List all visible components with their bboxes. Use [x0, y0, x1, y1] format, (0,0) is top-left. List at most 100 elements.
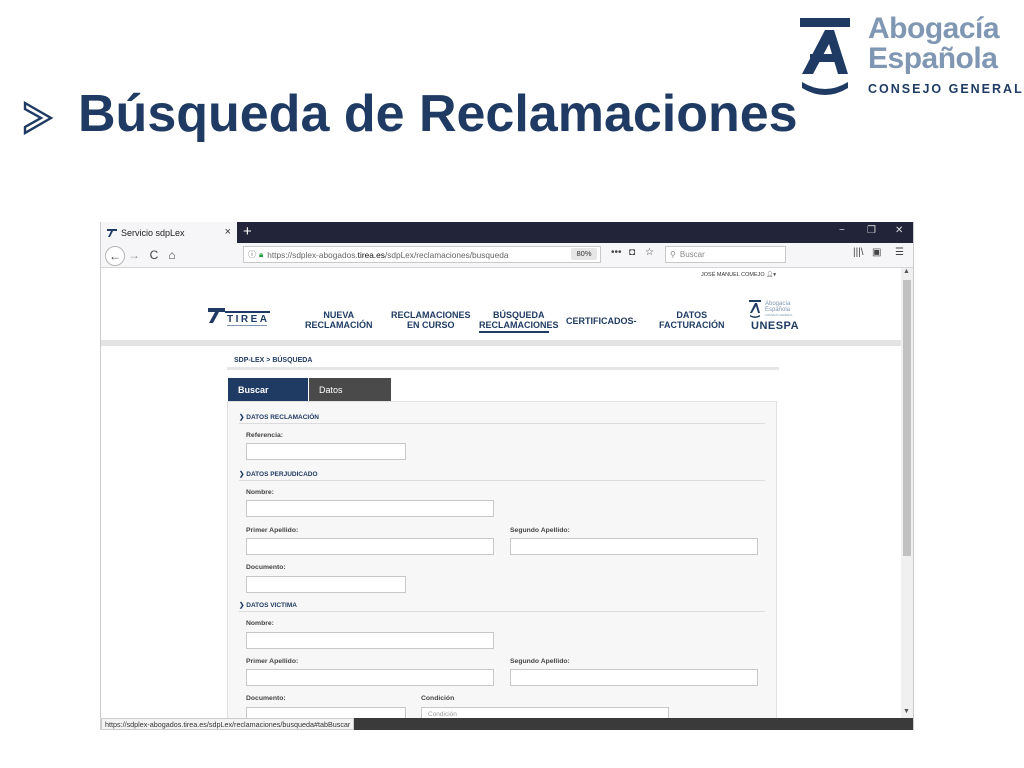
user-name: JOSÉ MANUEL COMEJO: [701, 272, 765, 278]
menu-label-line1: CERTIFICADOS-: [566, 316, 637, 326]
logo-line1: Abogacía: [868, 12, 1000, 45]
condicion-label: Condición: [421, 695, 455, 702]
logo-line2: Española: [868, 42, 998, 75]
tab-buscar[interactable]: Buscar: [228, 378, 308, 401]
info-icon[interactable]: ⓘ: [248, 249, 256, 260]
lock-icon: 🔒︎: [259, 249, 264, 259]
perjudicado-segundo-apellido-label: Segundo Apellido:: [510, 527, 570, 534]
abogacia-small-logo-icon: [749, 300, 761, 318]
abogacia-logo-icon: [800, 18, 850, 95]
home-button[interactable]: ⌂: [163, 246, 181, 264]
perjudicado-segundo-apellido-input[interactable]: [510, 538, 758, 555]
menu-certificados[interactable]: CERTIFICADOS-: [566, 316, 637, 326]
perjudicado-documento-input[interactable]: [246, 576, 406, 593]
victima-primer-apellido-input[interactable]: [246, 669, 494, 686]
section-divider: [239, 480, 765, 481]
scrollbar-thumb[interactable]: [903, 280, 911, 556]
menu-label-line2: EN CURSO: [407, 320, 455, 330]
menu-datos-facturacion[interactable]: DATOS FACTURACIÓN: [659, 310, 725, 330]
section-datos-victima: ❯ DATOS VICTIMA: [239, 601, 297, 609]
forward-button[interactable]: →: [125, 246, 143, 264]
victima-segundo-apellido-label: Segundo Apellido:: [510, 658, 570, 665]
section-title: DATOS RECLAMACIÓN: [246, 414, 319, 421]
scroll-up-icon[interactable]: ▲: [903, 268, 910, 275]
reload-button[interactable]: C: [145, 246, 163, 264]
scroll-down-icon[interactable]: ▼: [903, 708, 910, 715]
condicion-select[interactable]: Condición: [421, 707, 669, 718]
restore-button[interactable]: ❐: [867, 225, 876, 236]
tab-strip: Servicio sdpLex × + − ❐ ✕: [101, 222, 913, 243]
unespa-logo: Abogacía Española CONSEJO GENERAL UNESPA: [749, 300, 799, 332]
menu-nueva-reclamacion[interactable]: NUEVA RECLAMACIÓN: [305, 310, 373, 330]
url-path: /sdpLex/reclamaciones/busqueda: [384, 249, 509, 260]
header-divider: [101, 340, 901, 346]
menu-label-line1: RECLAMACIONES: [391, 310, 471, 320]
menu-label-line2: FACTURACIÓN: [659, 320, 725, 330]
victima-nombre-label: Nombre:: [246, 620, 274, 627]
address-bar[interactable]: ⓘ 🔒︎ https://sdplex-abogados. tirea.es/sd…: [243, 246, 601, 263]
library-icon[interactable]: |||\: [853, 247, 864, 258]
perjudicado-nombre-input[interactable]: [246, 500, 494, 517]
perjudicado-nombre-label: Nombre:: [246, 489, 274, 496]
pocket-icon[interactable]: ◘: [629, 247, 635, 258]
menu-label-line1: NUEVA: [323, 310, 355, 320]
tab-datos[interactable]: Datos: [309, 378, 391, 401]
menu-icon[interactable]: ☰: [895, 247, 904, 258]
menu-busqueda-reclamaciones[interactable]: BÚSQUEDA RECLAMACIONES: [479, 310, 559, 330]
section-title: DATOS VICTIMA: [246, 602, 297, 609]
search-placeholder: Buscar: [679, 250, 705, 259]
condicion-placeholder: Condición: [428, 711, 457, 718]
unespa-small-text: Abogacía Española CONSEJO GENERAL: [765, 301, 793, 317]
minimize-button[interactable]: −: [839, 225, 845, 236]
slide-title: Búsqueda de Reclamaciones: [78, 85, 798, 143]
victima-documento-label: Documento:: [246, 695, 286, 702]
section-datos-reclamacion: ❯ DATOS RECLAMACIÓN: [239, 413, 319, 421]
menu-reclamaciones-en-curso[interactable]: RECLAMACIONES EN CURSO: [391, 310, 471, 330]
section-divider: [239, 611, 765, 612]
sidebar-icon[interactable]: ▣: [872, 247, 881, 258]
bullet-arrow-icon: [23, 100, 54, 136]
status-bar: https://sdplex-abogados.tirea.es/sdpLex/…: [101, 718, 913, 730]
perjudicado-documento-label: Documento:: [246, 564, 286, 571]
search-input[interactable]: ⚲ Buscar: [665, 246, 786, 263]
menu-label-line2: RECLAMACIONES: [479, 320, 559, 330]
unespa-text: UNESPA: [751, 320, 800, 332]
window-close-button[interactable]: ✕: [895, 225, 903, 236]
browser-tab[interactable]: Servicio sdpLex ×: [101, 222, 237, 243]
perjudicado-primer-apellido-label: Primer Apellido:: [246, 527, 299, 534]
referencia-input[interactable]: [246, 443, 406, 460]
tab-close-icon[interactable]: ×: [225, 226, 231, 238]
victima-segundo-apellido-input[interactable]: [510, 669, 758, 686]
breadcrumb-divider: [227, 367, 779, 370]
navigation-toolbar: ← → C ⌂ ⓘ 🔒︎ https://sdplex-abogados. tir…: [101, 243, 913, 268]
zoom-indicator[interactable]: 80%: [571, 248, 597, 260]
tirea-logo[interactable]: TIREA: [207, 304, 273, 330]
victima-documento-input[interactable]: [246, 707, 406, 718]
menu-label-line1: DATOS: [676, 310, 708, 320]
page-actions-icon[interactable]: •••: [611, 247, 622, 258]
menu-label-line1: BÚSQUEDA: [493, 310, 545, 320]
back-button[interactable]: ←: [105, 246, 125, 266]
new-tab-button[interactable]: +: [243, 223, 252, 240]
vertical-scrollbar[interactable]: ▲ ▼: [901, 268, 913, 718]
bookmark-star-icon[interactable]: ☆: [645, 247, 654, 258]
unespa-small-line3: CONSEJO GENERAL: [765, 313, 793, 317]
victima-nombre-input[interactable]: [246, 632, 494, 649]
perjudicado-primer-apellido-input[interactable]: [246, 538, 494, 555]
user-menu[interactable]: JOSÉ MANUEL COMEJO 👤︎▾: [701, 272, 776, 278]
section-divider: [239, 423, 765, 424]
tab-title: Servicio sdpLex: [121, 227, 185, 238]
victima-primer-apellido-label: Primer Apellido:: [246, 658, 299, 665]
abogacia-logo-text: Abogacía Española CONSEJO GENERAL: [868, 12, 1024, 97]
section-datos-perjudicado: ❯ DATOS PERJUDICADO: [239, 470, 318, 478]
menu-active-underline: [479, 331, 549, 333]
browser-window: Servicio sdpLex × + − ❐ ✕ ← → C ⌂ ⓘ 🔒︎ h…: [100, 222, 914, 730]
caret-down-icon: ▾: [773, 272, 776, 278]
logo-line3: CONSEJO GENERAL: [868, 82, 1024, 96]
section-title: DATOS PERJUDICADO: [246, 471, 318, 478]
tirea-logo-text: TIREA: [227, 314, 270, 325]
tirea-favicon-icon: [107, 229, 117, 237]
breadcrumb: SDP-LEX > BÚSQUEDA: [234, 357, 313, 364]
menu-label-line2: RECLAMACIÓN: [305, 320, 373, 330]
page-viewport: JOSÉ MANUEL COMEJO 👤︎▾ TIREA NUEVA RECLA…: [101, 268, 901, 718]
